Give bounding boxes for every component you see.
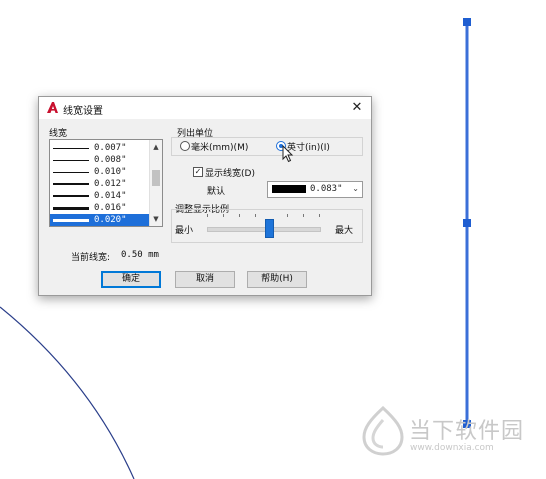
- slider-tick: [287, 214, 288, 217]
- lineweight-settings-dialog: 线宽设置 ✕ 线宽 0.007" 0.008" 0.010" 0.012" 0.…: [38, 96, 372, 296]
- lineweight-value: 0.008": [94, 155, 127, 165]
- cancel-button[interactable]: 取消: [175, 271, 235, 288]
- list-item[interactable]: 0.016": [50, 202, 150, 214]
- default-lineweight-select[interactable]: 0.083" ⌄: [267, 181, 363, 198]
- lineweight-value: 0.012": [94, 179, 127, 189]
- scale-min-label: 最小: [175, 226, 194, 236]
- dialog-titlebar[interactable]: 线宽设置 ✕: [39, 97, 371, 119]
- lineweight-swatch: [53, 195, 89, 197]
- drawing-arc: [0, 306, 135, 479]
- watermark-name: 当下软件园: [409, 419, 525, 444]
- list-item[interactable]: 0.008": [50, 154, 150, 166]
- scale-max-label: 最大: [335, 226, 354, 236]
- default-swatch: [272, 185, 306, 193]
- display-lineweight-checkbox[interactable]: ✓: [193, 167, 203, 177]
- list-item-selected[interactable]: 0.020": [50, 214, 150, 226]
- scroll-thumb[interactable]: [152, 170, 160, 186]
- unit-mm-radio[interactable]: [180, 141, 190, 151]
- lineweight-value: 0.016": [94, 203, 127, 213]
- chevron-down-icon: ⌄: [352, 184, 359, 193]
- lineweight-swatch: [53, 172, 89, 173]
- default-label: 默认: [207, 187, 226, 197]
- lineweight-swatch: [53, 183, 89, 185]
- lineweight-swatch: [53, 160, 89, 161]
- mouse-pointer-icon: [282, 145, 294, 163]
- slider-tick: [223, 214, 224, 217]
- watermark-url: www.downxia.com: [410, 443, 494, 453]
- current-lineweight-value: 0.50 mm: [121, 250, 159, 260]
- dialog-title: 线宽设置: [63, 106, 103, 117]
- list-item[interactable]: 0.012": [50, 178, 150, 190]
- grip-top: [463, 18, 471, 26]
- watermark-logo-icon: [362, 406, 404, 456]
- help-button[interactable]: 帮助(H): [247, 271, 307, 288]
- scroll-up-icon[interactable]: ▲: [150, 142, 162, 152]
- current-lineweight-label: 当前线宽:: [71, 253, 111, 263]
- list-scrollbar[interactable]: ▲ ▼: [149, 140, 162, 226]
- grip-mid: [463, 219, 471, 227]
- close-button[interactable]: ✕: [347, 98, 367, 118]
- display-lineweight-label[interactable]: 显示线宽(D): [205, 166, 255, 179]
- list-item[interactable]: 0.014": [50, 190, 150, 202]
- scroll-down-icon[interactable]: ▼: [150, 214, 162, 224]
- autocad-logo-icon: [47, 102, 58, 113]
- unit-mm-label[interactable]: 毫米(mm)(M): [191, 140, 248, 153]
- list-item[interactable]: 0.010": [50, 166, 150, 178]
- lineweights-label: 线宽: [49, 129, 68, 139]
- lineweight-swatch: [53, 219, 89, 222]
- lineweight-value: 0.020": [94, 215, 127, 225]
- scale-slider-track[interactable]: [207, 227, 321, 232]
- lineweight-value: 0.007": [94, 143, 127, 153]
- slider-tick: [207, 214, 208, 217]
- lineweight-list[interactable]: 0.007" 0.008" 0.010" 0.012" 0.014" 0.016…: [49, 139, 163, 227]
- list-item[interactable]: 0.007": [50, 142, 150, 154]
- lineweight-swatch: [53, 207, 89, 210]
- ok-button[interactable]: 确定: [101, 271, 161, 288]
- lineweight-swatch: [53, 148, 89, 149]
- lineweight-value: 0.014": [94, 191, 127, 201]
- lineweight-value: 0.010": [94, 167, 127, 177]
- slider-tick: [303, 214, 304, 217]
- slider-tick: [255, 214, 256, 217]
- slider-tick: [319, 214, 320, 217]
- scale-slider-thumb[interactable]: [265, 219, 274, 238]
- default-value: 0.083": [310, 184, 343, 194]
- slider-tick: [239, 214, 240, 217]
